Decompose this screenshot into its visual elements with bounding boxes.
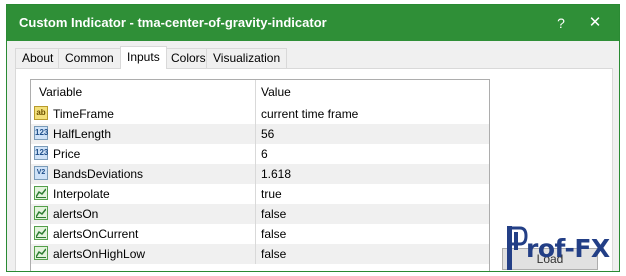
number-123-icon: 123	[34, 146, 48, 160]
table-row[interactable]: ab TimeFrame current time frame	[31, 104, 489, 124]
column-divider	[255, 204, 256, 224]
column-divider	[255, 104, 256, 124]
variable-name: alertsOnCurrent	[53, 227, 139, 241]
boolean-chart-icon	[34, 206, 48, 220]
column-header-variable[interactable]: Variable	[39, 80, 82, 104]
prof-fx-watermark: rof-FX	[504, 222, 622, 274]
variable-name: alertsOn	[53, 207, 99, 221]
column-header-value[interactable]: Value	[261, 80, 291, 104]
fraction-icon: V2	[34, 166, 48, 180]
column-divider	[255, 184, 256, 204]
column-divider	[255, 244, 256, 264]
table-row[interactable]: 123 Price 6	[31, 144, 489, 164]
variable-value[interactable]: false	[261, 204, 286, 224]
variable-name: alertsOnHighLow	[53, 247, 146, 261]
ab-icon: ab	[34, 106, 48, 120]
variable-name: HalfLength	[53, 127, 112, 141]
close-button[interactable]: ✕	[581, 11, 609, 35]
variable-value[interactable]: 6	[261, 144, 268, 164]
tab-visualization[interactable]: Visualization	[206, 48, 288, 68]
variable-value[interactable]: current time frame	[261, 104, 358, 124]
watermark-text: rof-FX	[526, 234, 610, 263]
number-123-icon: 123	[34, 126, 48, 140]
variable-name: TimeFrame	[53, 107, 114, 121]
inputs-table: Variable Value ab TimeFrame current time f…	[30, 79, 490, 271]
help-button[interactable]: ?	[547, 11, 575, 35]
table-row[interactable]: V2 BandsDeviations 1.618	[31, 164, 489, 184]
variable-value[interactable]: 1.618	[261, 164, 291, 184]
tab-bar: About Common Inputs Colors Visualization	[15, 46, 611, 69]
tab-inputs[interactable]: Inputs	[120, 46, 167, 69]
table-row[interactable]: alertsOnHighLow false	[31, 244, 489, 264]
variable-value[interactable]: false	[261, 244, 286, 264]
table-row[interactable]: 123 HalfLength 56	[31, 124, 489, 144]
logo-p-chart-icon	[507, 226, 528, 270]
variable-name: BandsDeviations	[53, 167, 144, 181]
tab-common[interactable]: Common	[58, 48, 121, 68]
boolean-chart-icon	[34, 186, 48, 200]
table-header: Variable Value	[31, 80, 489, 104]
table-row[interactable]: alertsOnCurrent false	[31, 224, 489, 244]
variable-name: Price	[53, 147, 81, 161]
window-title: Custom Indicator - tma-center-of-gravity…	[19, 15, 327, 30]
column-divider[interactable]	[255, 80, 256, 104]
variable-name: Interpolate	[53, 187, 110, 201]
variable-value[interactable]: 56	[261, 124, 274, 144]
boolean-chart-icon	[34, 246, 48, 260]
title-bar[interactable]: Custom Indicator - tma-center-of-gravity…	[7, 5, 619, 41]
column-divider	[255, 224, 256, 244]
table-row[interactable]: Interpolate true	[31, 184, 489, 204]
column-divider	[255, 164, 256, 184]
column-divider	[255, 144, 256, 164]
tab-about[interactable]: About	[15, 48, 61, 68]
variable-value[interactable]: false	[261, 224, 286, 244]
variable-value[interactable]: true	[261, 184, 282, 204]
boolean-chart-icon	[34, 226, 48, 240]
table-row[interactable]: alertsOn false	[31, 204, 489, 224]
column-divider	[255, 124, 256, 144]
